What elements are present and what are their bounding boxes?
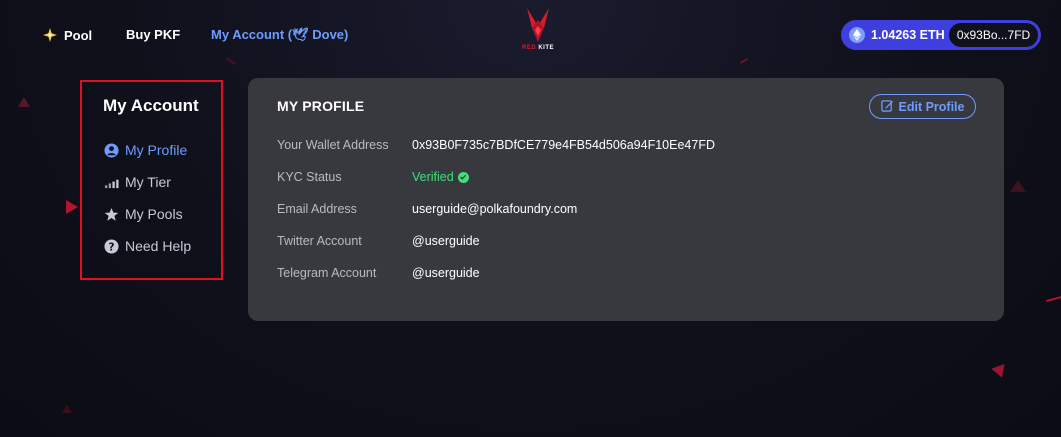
- email-address-label: Email Address: [277, 202, 357, 216]
- nav-account-label: My Account (🕊 Dove): [211, 27, 349, 42]
- decor-triangle: [66, 200, 78, 214]
- decor-triangle: [62, 405, 72, 413]
- nav-buy-label: Buy PKF: [126, 27, 181, 42]
- decor-triangle: [18, 97, 30, 107]
- kyc-status-text: Verified: [412, 170, 454, 184]
- ethereum-icon: [849, 27, 865, 43]
- redkite-logo[interactable]: RED KITE: [520, 6, 556, 58]
- sparkle-star-icon: [42, 27, 58, 43]
- decor-line: [1046, 295, 1061, 303]
- sidebar-item-label: Need Help: [125, 238, 192, 254]
- twitter-account-label: Twitter Account: [277, 234, 362, 248]
- nav-pool-link[interactable]: Pool: [42, 27, 92, 43]
- wallet-pill[interactable]: 1.04263 ETH 0x93Bo...7FD: [841, 20, 1041, 50]
- sidebar-item-my-profile[interactable]: My Profile: [103, 142, 187, 158]
- kite-bird-icon: [527, 8, 549, 42]
- twitter-account-value: @userguide: [412, 234, 480, 248]
- account-sidebar: My Account My Profile My Tier My Pools ?…: [80, 80, 223, 280]
- profile-title: MY PROFILE: [277, 98, 365, 114]
- edit-profile-button[interactable]: Edit Profile: [869, 94, 976, 119]
- eth-balance: 1.04263 ETH: [871, 28, 945, 42]
- wallet-address-value: 0x93B0F735c7BDfCE779e4FB54d506a94F10Ee47…: [412, 138, 715, 152]
- sidebar-item-label: My Profile: [125, 142, 188, 158]
- top-nav: Pool Buy PKF My Account (🕊 Dove) RED KIT…: [0, 0, 1061, 72]
- nav-my-account-link[interactable]: My Account (🕊 Dove): [211, 27, 348, 43]
- kyc-status-label: KYC Status: [277, 170, 342, 184]
- sidebar-title: My Account: [103, 96, 199, 115]
- edit-icon: [880, 99, 894, 115]
- svg-text:?: ?: [108, 241, 114, 253]
- email-address-value: userguide@polkafoundry.com: [412, 202, 578, 216]
- sidebar-item-my-tier[interactable]: My Tier: [103, 174, 171, 190]
- profile-card: MY PROFILE Edit Profile Your Wallet Addr…: [248, 78, 1004, 321]
- check-circle-icon: [457, 171, 469, 183]
- wallet-address-label: Your Wallet Address: [277, 138, 389, 152]
- edit-profile-label: Edit Profile: [898, 99, 965, 114]
- telegram-account-value: @userguide: [412, 266, 480, 280]
- decor-triangle: [991, 363, 1009, 381]
- logo-text: RED KITE: [521, 45, 554, 51]
- sidebar-item-need-help[interactable]: ? Need Help: [103, 238, 191, 254]
- question-circle-icon: ?: [103, 238, 119, 254]
- signal-bars-icon: [103, 174, 119, 190]
- kyc-status-value: Verified: [412, 170, 469, 184]
- star-icon: [103, 206, 119, 222]
- sidebar-item-label: My Pools: [125, 206, 183, 222]
- wallet-address-button[interactable]: 0x93Bo...7FD: [949, 23, 1038, 47]
- decor-triangle: [1010, 180, 1026, 192]
- sidebar-item-label: My Tier: [125, 174, 171, 190]
- user-circle-icon: [103, 142, 119, 158]
- telegram-account-label: Telegram Account: [277, 266, 377, 280]
- nav-buy-pkf-link[interactable]: Buy PKF: [126, 27, 180, 42]
- nav-pool-label: Pool: [64, 27, 93, 43]
- sidebar-item-my-pools[interactable]: My Pools: [103, 206, 183, 222]
